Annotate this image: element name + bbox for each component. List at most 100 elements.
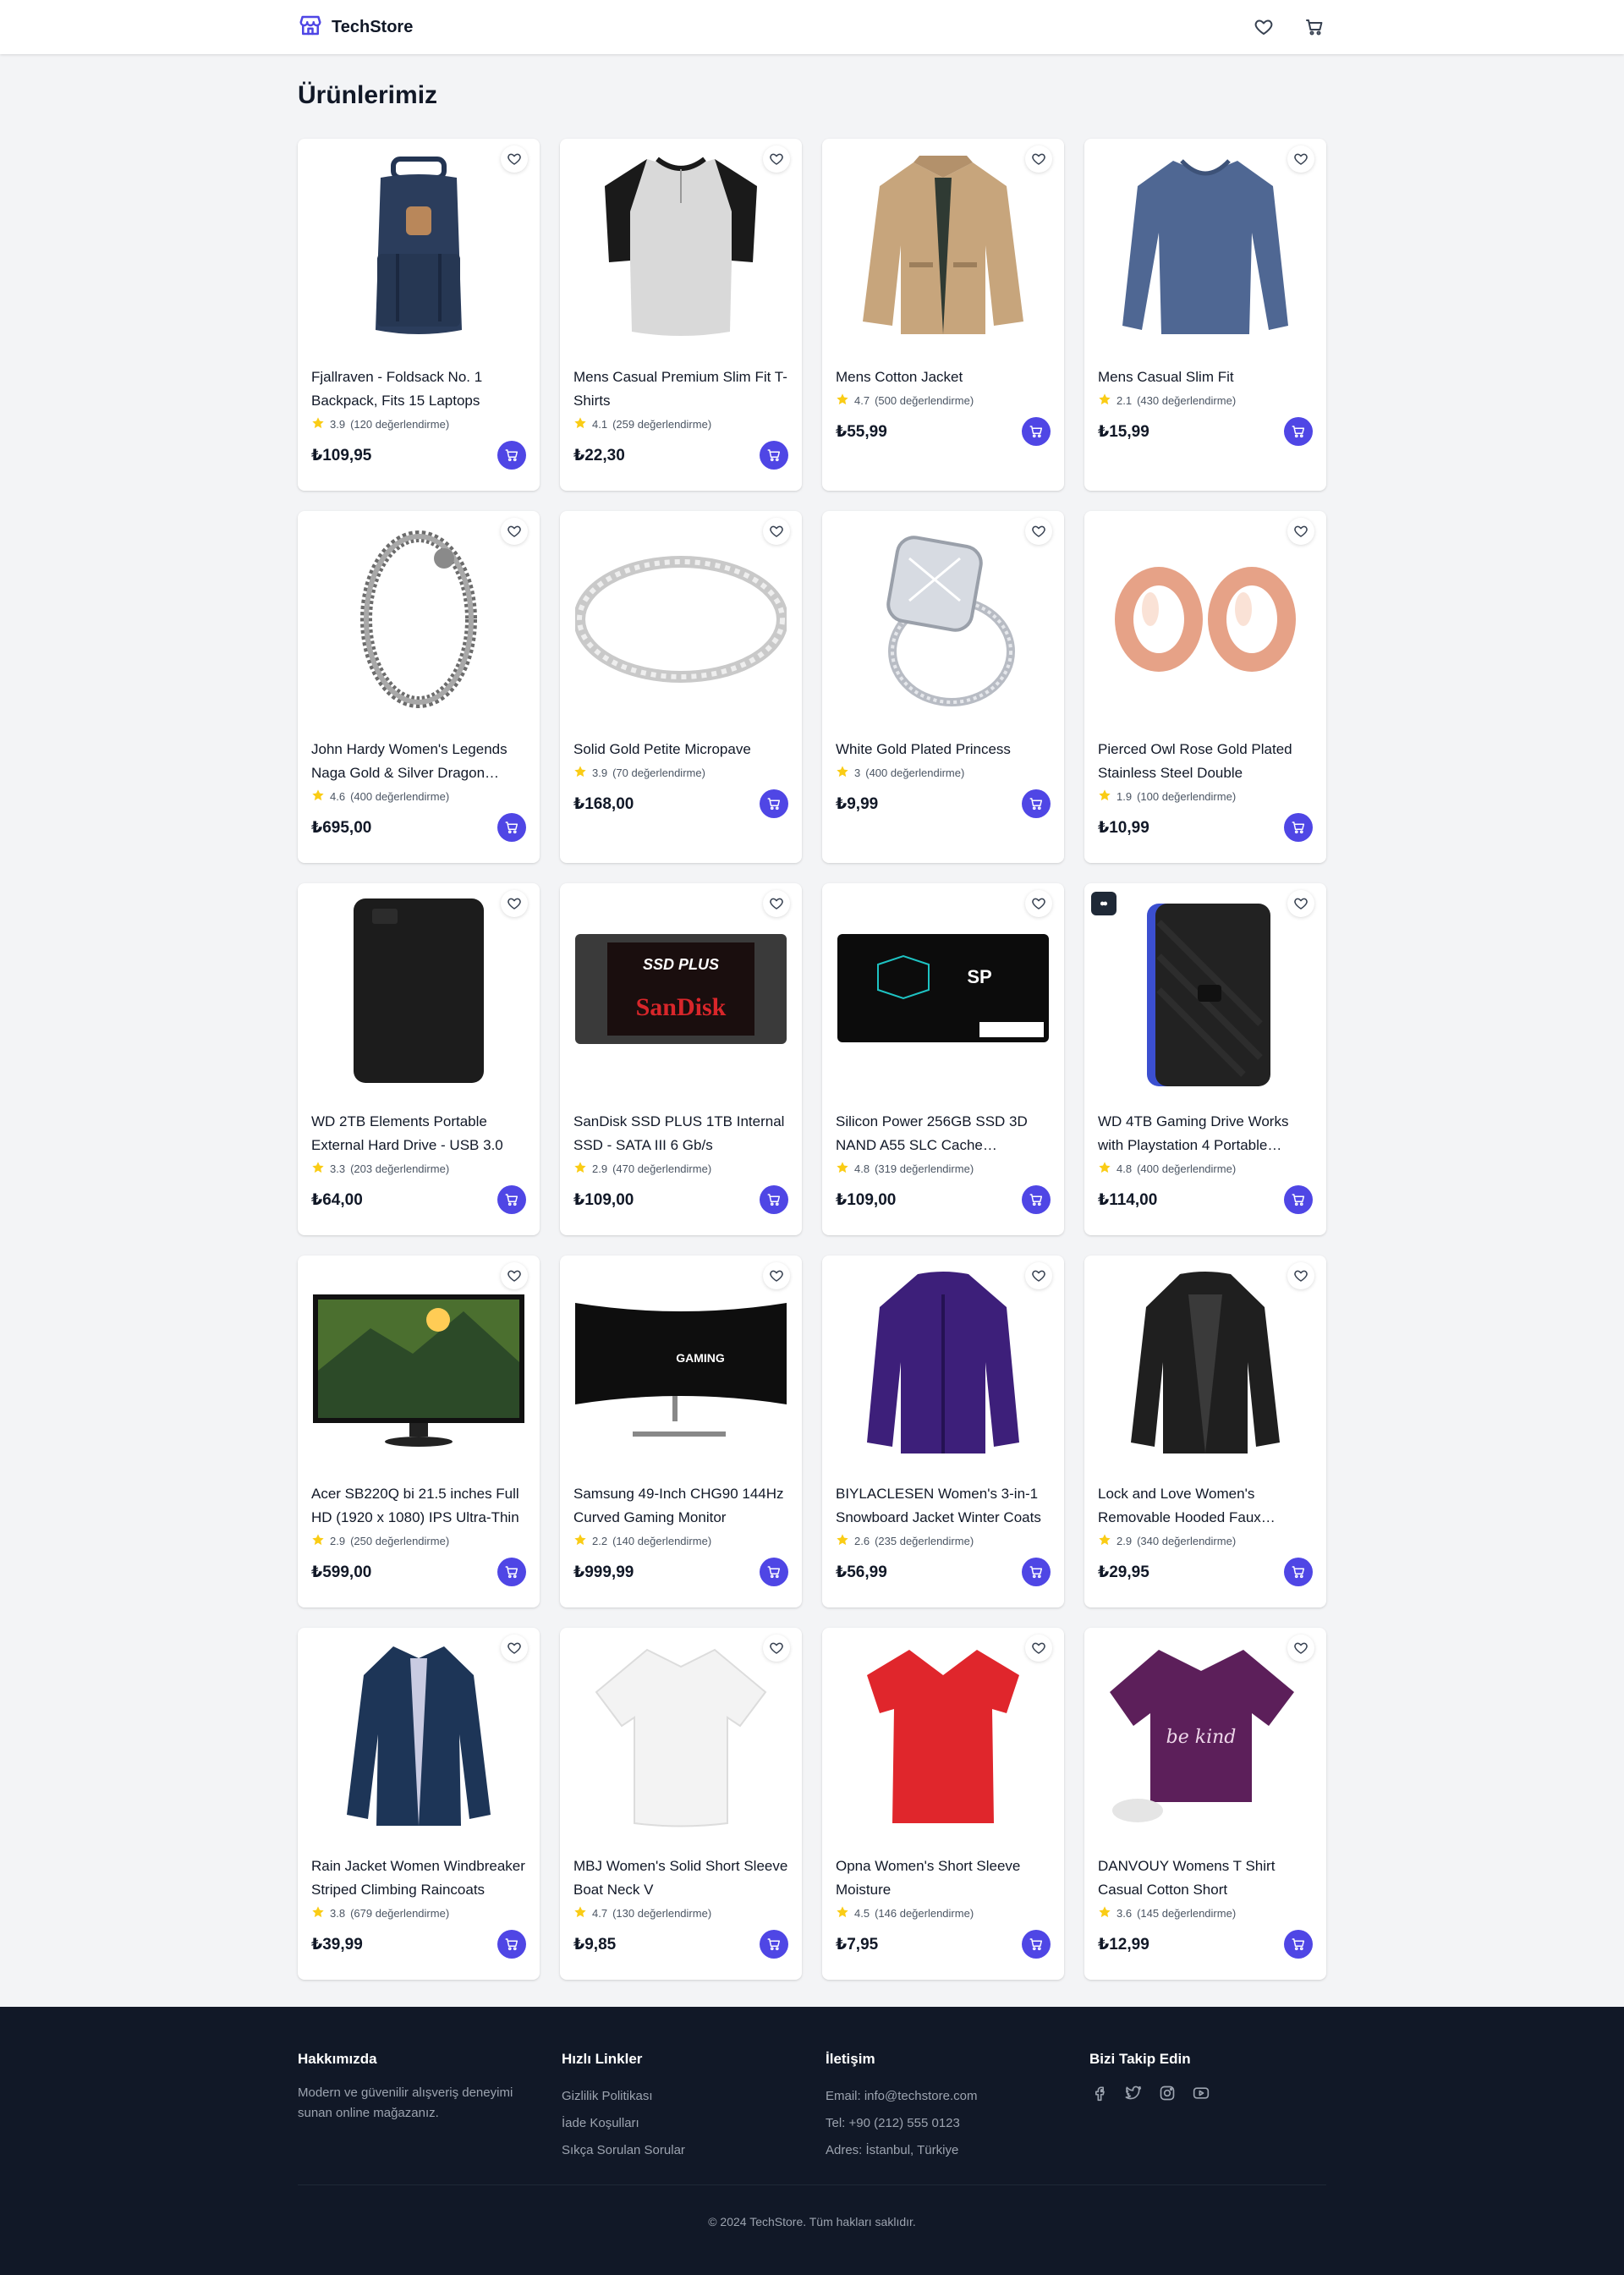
product-image[interactable]	[311, 1269, 526, 1459]
product-title[interactable]: DANVOUY Womens T Shirt Casual Cotton Sho…	[1098, 1855, 1313, 1902]
product-title[interactable]: WD 2TB Elements Portable External Hard D…	[311, 1110, 526, 1157]
add-to-cart-icon[interactable]	[1284, 1185, 1313, 1214]
cart-icon[interactable]	[1303, 15, 1326, 39]
product-title[interactable]: Rain Jacket Women Windbreaker Striped Cl…	[311, 1855, 526, 1902]
favorite-heart-icon[interactable]	[1025, 890, 1052, 917]
add-to-cart-icon[interactable]	[497, 1185, 526, 1214]
favorite-heart-icon[interactable]	[763, 1262, 790, 1289]
add-to-cart-icon[interactable]	[1022, 417, 1051, 446]
product-title[interactable]: Silicon Power 256GB SSD 3D NAND A55 SLC …	[836, 1110, 1051, 1157]
add-to-cart-icon[interactable]	[1284, 417, 1313, 446]
add-to-cart-icon[interactable]	[1022, 1930, 1051, 1959]
favorite-heart-icon[interactable]	[1287, 1635, 1314, 1662]
product-title[interactable]: White Gold Plated Princess	[836, 738, 1051, 761]
product-image[interactable]	[1098, 1269, 1313, 1459]
product-title[interactable]: MBJ Women's Solid Short Sleeve Boat Neck…	[573, 1855, 788, 1902]
add-to-cart-icon[interactable]	[1284, 1558, 1313, 1586]
add-to-cart-icon[interactable]	[497, 1558, 526, 1586]
add-to-cart-icon[interactable]	[1022, 789, 1051, 818]
product-card[interactable]: Pierced Owl Rose Gold Plated Stainless S…	[1084, 511, 1326, 863]
favorite-heart-icon[interactable]	[1287, 518, 1314, 545]
product-card[interactable]: SP Silicon Power 256GB SSD 3D NAND A55 S…	[822, 883, 1064, 1235]
product-card[interactable]: Fjallraven - Foldsack No. 1 Backpack, Fi…	[298, 139, 540, 491]
footer-link-returns[interactable]: İade Koşulları	[562, 2110, 798, 2137]
product-card[interactable]: Lock and Love Women's Removable Hooded F…	[1084, 1256, 1326, 1607]
footer-link-privacy[interactable]: Gizlilik Politikası	[562, 2083, 798, 2110]
product-title[interactable]: WD 4TB Gaming Drive Works with Playstati…	[1098, 1110, 1313, 1157]
product-image[interactable]: GAMING	[573, 1269, 788, 1459]
product-title[interactable]: Samsung 49-Inch CHG90 144Hz Curved Gamin…	[573, 1482, 788, 1530]
twitter-icon[interactable]	[1123, 2083, 1144, 2103]
add-to-cart-icon[interactable]	[1022, 1558, 1051, 1586]
product-image[interactable]	[573, 525, 788, 714]
product-title[interactable]: Mens Cotton Jacket	[836, 365, 1051, 389]
favorite-heart-icon[interactable]	[1025, 1262, 1052, 1289]
add-to-cart-icon[interactable]	[760, 1558, 788, 1586]
add-to-cart-icon[interactable]	[760, 1185, 788, 1214]
add-to-cart-icon[interactable]	[760, 441, 788, 470]
product-title[interactable]: SanDisk SSD PLUS 1TB Internal SSD - SATA…	[573, 1110, 788, 1157]
favorite-heart-icon[interactable]	[501, 1635, 528, 1662]
favorite-heart-icon[interactable]	[763, 146, 790, 173]
add-to-cart-icon[interactable]	[1022, 1185, 1051, 1214]
favorite-heart-icon[interactable]	[501, 146, 528, 173]
add-to-cart-icon[interactable]	[497, 441, 526, 470]
add-to-cart-icon[interactable]	[760, 789, 788, 818]
heart-icon[interactable]	[1252, 15, 1276, 39]
add-to-cart-icon[interactable]	[760, 1930, 788, 1959]
product-card[interactable]: Mens Cotton Jacket 4.7 (500 değerlendirm…	[822, 139, 1064, 491]
favorite-heart-icon[interactable]	[501, 1262, 528, 1289]
favorite-heart-icon[interactable]	[1287, 146, 1314, 173]
brand[interactable]: TechStore	[298, 13, 413, 42]
favorite-heart-icon[interactable]	[763, 1635, 790, 1662]
product-image[interactable]	[836, 152, 1051, 342]
product-image[interactable]	[573, 152, 788, 342]
product-image[interactable]	[1098, 152, 1313, 342]
product-card[interactable]: White Gold Plated Princess 3 (400 değerl…	[822, 511, 1064, 863]
product-title[interactable]: Opna Women's Short Sleeve Moisture	[836, 1855, 1051, 1902]
product-image[interactable]	[836, 1641, 1051, 1831]
favorite-heart-icon[interactable]	[1287, 1262, 1314, 1289]
product-image[interactable]	[573, 1641, 788, 1831]
product-card[interactable]: John Hardy Women's Legends Naga Gold & S…	[298, 511, 540, 863]
product-image[interactable]	[836, 525, 1051, 714]
product-card[interactable]: WD 2TB Elements Portable External Hard D…	[298, 883, 540, 1235]
add-to-cart-icon[interactable]	[497, 1930, 526, 1959]
product-image[interactable]: SP	[836, 897, 1051, 1086]
product-title[interactable]: Mens Casual Premium Slim Fit T-Shirts	[573, 365, 788, 413]
product-image[interactable]	[311, 1641, 526, 1831]
facebook-icon[interactable]	[1089, 2083, 1110, 2103]
product-title[interactable]: John Hardy Women's Legends Naga Gold & S…	[311, 738, 526, 785]
add-to-cart-icon[interactable]	[497, 813, 526, 842]
product-card[interactable]: Mens Casual Premium Slim Fit T-Shirts 4.…	[560, 139, 802, 491]
youtube-icon[interactable]	[1191, 2083, 1211, 2103]
product-image[interactable]: be kind	[1098, 1641, 1313, 1831]
product-title[interactable]: BIYLACLESEN Women's 3-in-1 Snowboard Jac…	[836, 1482, 1051, 1530]
product-card[interactable]: SSD PLUS SanDisk SanDisk SSD PLUS 1TB Int…	[560, 883, 802, 1235]
favorite-heart-icon[interactable]	[1025, 146, 1052, 173]
footer-link-faq[interactable]: Sıkça Sorulan Sorular	[562, 2137, 798, 2164]
favorite-heart-icon[interactable]	[501, 518, 528, 545]
product-card[interactable]: GAMING Samsung 49-Inch CHG90 144Hz Curve…	[560, 1256, 802, 1607]
product-card[interactable]: BIYLACLESEN Women's 3-in-1 Snowboard Jac…	[822, 1256, 1064, 1607]
product-card[interactable]: Rain Jacket Women Windbreaker Striped Cl…	[298, 1628, 540, 1980]
product-image[interactable]	[836, 1269, 1051, 1459]
product-image[interactable]	[1098, 897, 1313, 1086]
product-card[interactable]: Solid Gold Petite Micropave 3.9 (70 değe…	[560, 511, 802, 863]
product-image[interactable]: SSD PLUS SanDisk	[573, 897, 788, 1086]
product-card[interactable]: Mens Casual Slim Fit 2.1 (430 değerlendi…	[1084, 139, 1326, 491]
product-title[interactable]: Acer SB220Q bi 21.5 inches Full HD (1920…	[311, 1482, 526, 1530]
product-card[interactable]: MBJ Women's Solid Short Sleeve Boat Neck…	[560, 1628, 802, 1980]
add-to-cart-icon[interactable]	[1284, 1930, 1313, 1959]
product-image[interactable]	[1098, 525, 1313, 714]
product-title[interactable]: Pierced Owl Rose Gold Plated Stainless S…	[1098, 738, 1313, 785]
product-image[interactable]	[311, 897, 526, 1086]
product-card[interactable]: Opna Women's Short Sleeve Moisture 4.5 (…	[822, 1628, 1064, 1980]
favorite-heart-icon[interactable]	[763, 890, 790, 917]
product-title[interactable]: Solid Gold Petite Micropave	[573, 738, 788, 761]
favorite-heart-icon[interactable]	[501, 890, 528, 917]
favorite-heart-icon[interactable]	[1025, 518, 1052, 545]
instagram-icon[interactable]	[1157, 2083, 1177, 2103]
favorite-heart-icon[interactable]	[1287, 890, 1314, 917]
product-title[interactable]: Lock and Love Women's Removable Hooded F…	[1098, 1482, 1313, 1530]
